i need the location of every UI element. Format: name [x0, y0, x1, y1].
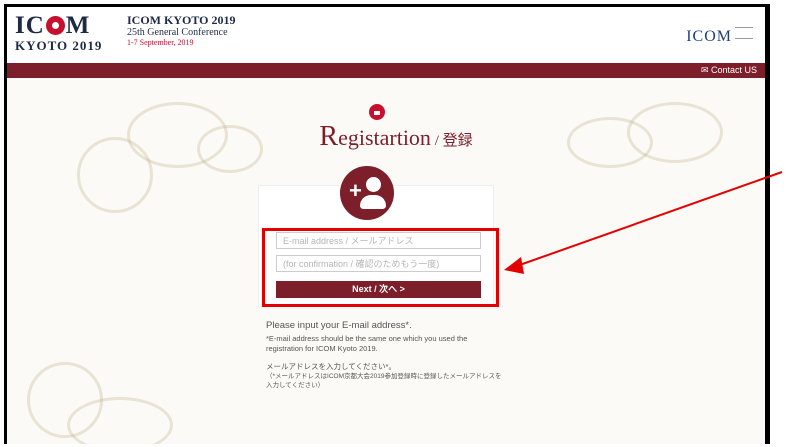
instructions: Please input your E-mail address*. *E-ma… — [266, 320, 502, 389]
